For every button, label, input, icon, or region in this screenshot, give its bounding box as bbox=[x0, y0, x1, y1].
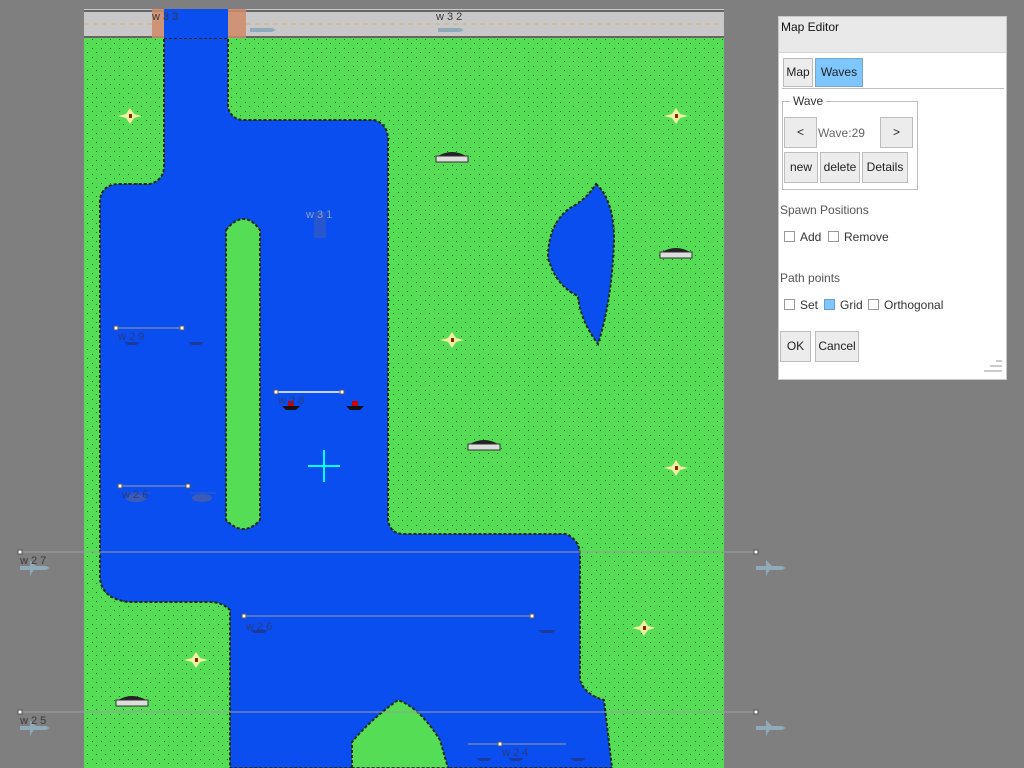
wave-label-left-boats: w 2 9 bbox=[117, 331, 144, 343]
wave-label-road-right: w 3 2 bbox=[435, 11, 462, 23]
map-editor-panel: Map Editor Map Waves Wave < Wave:29 > ne… bbox=[778, 16, 1007, 380]
delete-wave-button[interactable]: delete bbox=[820, 152, 860, 183]
new-wave-button[interactable]: new bbox=[784, 152, 818, 183]
path-points-label: Path points bbox=[780, 271, 841, 285]
remove-spawn-label: Remove bbox=[844, 230, 889, 244]
grid-label: Grid bbox=[840, 298, 863, 312]
wave-label-road-left: w 3 3 bbox=[151, 11, 178, 23]
orthogonal-label: Orthogonal bbox=[884, 298, 944, 312]
prev-wave-button[interactable]: < bbox=[784, 117, 817, 148]
add-spawn-checkbox[interactable] bbox=[784, 231, 795, 242]
grid-checkbox[interactable] bbox=[824, 299, 835, 310]
tab-waves[interactable]: Waves bbox=[815, 58, 863, 87]
wave-label-center-boats: w 2 8 bbox=[277, 395, 304, 407]
wave-label-bottom-boats: w 2 4 bbox=[501, 747, 528, 759]
wave-label-left-heli: w 2 6 bbox=[121, 489, 148, 501]
orthogonal-checkbox[interactable] bbox=[868, 299, 879, 310]
details-button[interactable]: Details bbox=[862, 152, 908, 183]
wave-label-plane-line-2: w 2 5 bbox=[19, 715, 46, 727]
wave-group: Wave < Wave:29 > new delete Details bbox=[782, 94, 918, 190]
cancel-button[interactable]: Cancel bbox=[815, 331, 859, 362]
add-spawn-label: Add bbox=[800, 230, 822, 244]
set-path-label: Set bbox=[800, 298, 819, 312]
island-strip bbox=[225, 218, 261, 530]
wave-label-plane-line-1: w 2 7 bbox=[19, 555, 46, 567]
spawn-positions-label: Spawn Positions bbox=[780, 203, 869, 217]
next-wave-button[interactable]: > bbox=[880, 117, 913, 148]
set-path-checkbox[interactable] bbox=[784, 299, 795, 310]
resize-grip-icon[interactable] bbox=[982, 359, 1002, 373]
panel-title: Map Editor bbox=[779, 17, 1006, 53]
wave-label-lower-boats: w 2 6 bbox=[245, 621, 272, 633]
ok-button[interactable]: OK bbox=[780, 331, 811, 362]
wave-label-upper-bridge: w 3 1 bbox=[305, 209, 332, 221]
tab-divider bbox=[782, 88, 1004, 89]
remove-spawn-checkbox[interactable] bbox=[828, 231, 839, 242]
wave-group-title: Wave bbox=[790, 94, 827, 108]
wave-value: Wave:29 bbox=[818, 126, 865, 140]
bridge-right bbox=[228, 9, 246, 38]
tab-map[interactable]: Map bbox=[783, 58, 813, 87]
